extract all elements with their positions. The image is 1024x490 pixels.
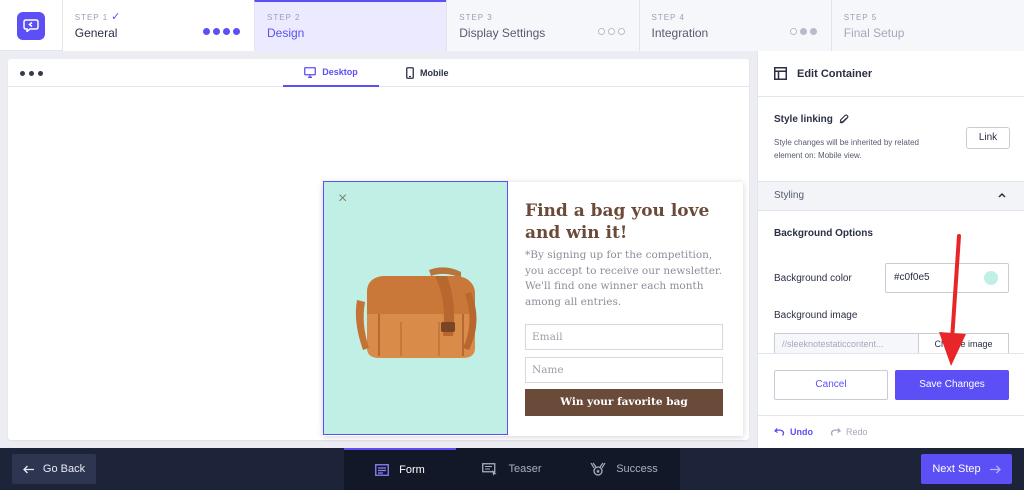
arrow-right-icon <box>989 465 1001 473</box>
progress-dots <box>597 28 625 35</box>
step-design[interactable]: STEP 2 Design <box>254 0 447 51</box>
email-field[interactable]: Email <box>525 324 723 350</box>
edit-panel: Edit Container Style linking Style chang… <box>757 51 1024 448</box>
tab-success[interactable]: Success <box>568 448 680 490</box>
canvas-header: Desktop Mobile <box>8 59 749 87</box>
background-image-label: Background image <box>774 310 858 321</box>
editor-canvas: Desktop Mobile × Find a bag you love and… <box>8 59 749 440</box>
more-options-icon[interactable] <box>20 71 43 76</box>
tab-teaser[interactable]: Teaser <box>456 448 568 490</box>
popup-image-container[interactable]: × <box>323 181 508 435</box>
mobile-icon <box>406 67 414 79</box>
popup-title: Find a bag you love and win it! <box>525 201 710 243</box>
style-linking-heading: Style linking <box>774 114 849 125</box>
step-integration[interactable]: STEP 4 Integration <box>638 0 831 51</box>
container-icon <box>774 67 787 80</box>
link-button[interactable]: Link <box>966 127 1010 149</box>
logo-icon <box>23 19 39 32</box>
step-number: STEP 1 <box>74 13 109 22</box>
check-icon: ✓ <box>111 11 122 23</box>
view-tabs: Form Teaser Success <box>344 448 680 490</box>
step-general[interactable]: STEP 1 ✓ General <box>61 0 254 51</box>
styling-label: Styling <box>774 190 805 201</box>
step-number: STEP 2 <box>267 13 301 22</box>
paperclip-icon <box>839 114 849 124</box>
submit-button[interactable]: Win your favorite bag <box>525 389 723 416</box>
step-number: STEP 4 <box>651 13 685 22</box>
popup-description: *By signing up for the competition, you … <box>525 249 723 308</box>
color-swatch[interactable] <box>984 271 998 285</box>
logo-cell <box>0 0 62 51</box>
background-color-input[interactable]: #c0f0e5 <box>885 263 1009 293</box>
tab-label: Mobile <box>420 68 449 78</box>
tab-form[interactable]: Form <box>344 448 456 490</box>
bottom-bar: Go Back Form Teaser Success Next Step <box>0 448 1024 490</box>
tab-mobile[interactable]: Mobile <box>406 59 449 87</box>
step-display-settings[interactable]: STEP 3 Display Settings <box>446 0 639 51</box>
popup-preview[interactable]: × Find a bag you love and win it! *By si… <box>323 181 743 436</box>
background-options-heading: Background Options <box>774 228 873 239</box>
progress-dots <box>789 28 817 35</box>
form-icon <box>375 464 390 476</box>
background-image-url[interactable]: //sleeknotestaticcontent... <box>774 333 918 355</box>
cancel-button[interactable]: Cancel <box>774 370 888 400</box>
progress-dots <box>203 28 240 35</box>
go-back-button[interactable]: Go Back <box>12 454 96 484</box>
tab-label: Desktop <box>322 67 358 77</box>
undo-icon <box>774 428 785 436</box>
color-value: #c0f0e5 <box>894 272 930 283</box>
bag-image <box>355 267 477 358</box>
style-linking-description: Style changes will be inherited by relat… <box>774 138 919 160</box>
step-title: Design <box>267 26 305 40</box>
undo-button[interactable]: Undo <box>774 427 813 437</box>
step-bar: STEP 1 ✓ General STEP 2 Design STEP 3 Dis… <box>0 0 1024 51</box>
step-final-setup[interactable]: STEP 5 Final Setup <box>830 0 1024 51</box>
redo-button[interactable]: Redo <box>830 427 868 437</box>
close-icon[interactable]: × <box>338 190 347 208</box>
tab-desktop[interactable]: Desktop <box>283 59 379 87</box>
arrow-left-icon <box>22 465 34 473</box>
next-step-button[interactable]: Next Step <box>921 454 1012 484</box>
panel-title: Edit Container <box>797 67 873 80</box>
desktop-icon <box>304 66 317 78</box>
choose-image-button[interactable]: Choose image <box>918 333 1009 355</box>
app-logo[interactable] <box>16 11 45 40</box>
name-field[interactable]: Name <box>525 357 723 383</box>
background-color-label: Background color <box>774 273 852 284</box>
panel-header: Edit Container <box>758 51 1024 97</box>
chevron-up-icon <box>998 182 1006 210</box>
success-icon <box>590 462 606 476</box>
redo-icon <box>830 428 841 436</box>
step-number: STEP 3 <box>459 13 493 22</box>
step-number: STEP 5 <box>843 13 878 22</box>
teaser-icon <box>482 462 497 476</box>
save-changes-button[interactable]: Save Changes <box>895 370 1009 400</box>
panel-actions: Cancel Save Changes <box>758 353 1024 416</box>
step-title: Final Setup <box>843 26 905 40</box>
styling-section-toggle[interactable]: Styling <box>758 181 1024 211</box>
